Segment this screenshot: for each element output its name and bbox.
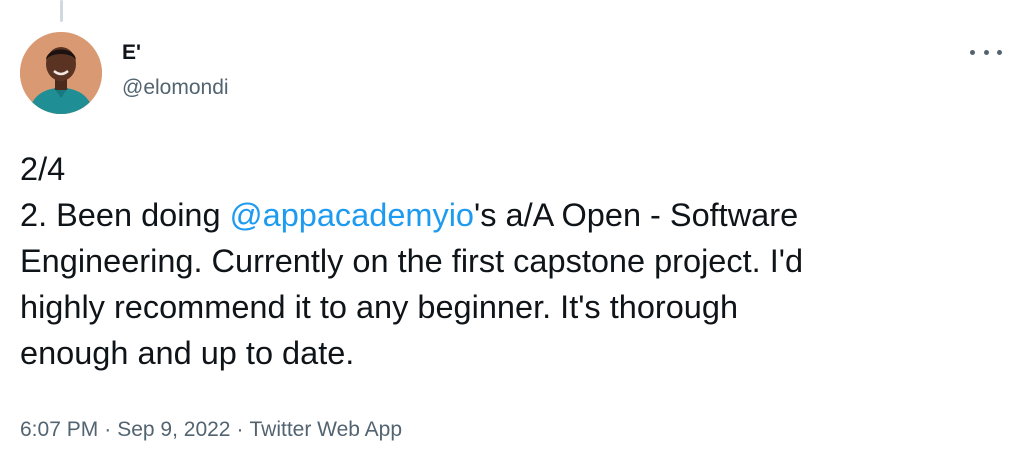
thread-connector-line <box>60 0 63 22</box>
avatar-image <box>20 32 102 114</box>
tweet-date-link[interactable]: Sep 9, 2022 <box>117 418 230 441</box>
tweet-text: 2/4 2. Been doing @appacademyio's a/A Op… <box>20 146 1000 376</box>
tweet-line: highly recommend it to any beginner. It'… <box>20 289 739 325</box>
tweet-line: 2. Been doing @appacademyio's a/A Open -… <box>20 192 1000 238</box>
more-horizontal-icon <box>970 49 975 55</box>
avatar[interactable] <box>20 32 102 114</box>
tweet-source-link[interactable]: Twitter Web App <box>249 418 402 441</box>
more-horizontal-icon <box>983 49 989 55</box>
tweet-text-segment: 2. Been doing <box>20 197 230 233</box>
tweet-line: Engineering. Currently on the first caps… <box>20 243 804 279</box>
meta-separator: · <box>104 418 112 441</box>
mention-link[interactable]: @appacademyio <box>230 197 474 233</box>
tweet-time-link[interactable]: 6:07 PM <box>20 418 98 441</box>
author-display-name[interactable]: E' <box>122 40 229 66</box>
tweet-line: 2/4 <box>20 151 66 187</box>
tweet-line: enough and up to date. <box>20 335 355 371</box>
more-horizontal-icon <box>997 49 1002 55</box>
author-handle[interactable]: @elomondi <box>122 74 229 102</box>
author-block: E' @elomondi <box>122 40 229 102</box>
tweet-text-segment: 's a/A Open - Software <box>474 197 799 233</box>
tweet-metadata: 6:07 PM · Sep 9, 2022 · Twitter Web App <box>20 415 402 445</box>
more-options-button[interactable] <box>970 42 1002 62</box>
meta-separator: · <box>236 418 244 441</box>
